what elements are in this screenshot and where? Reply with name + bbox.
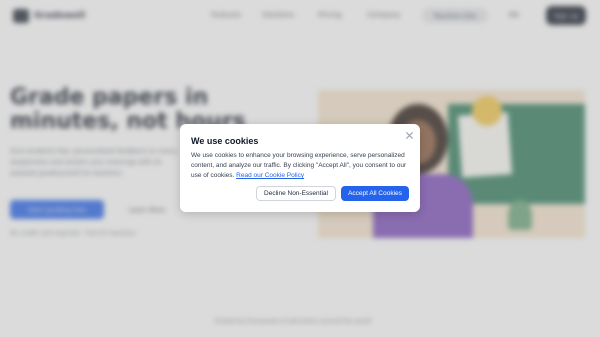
cookie-policy-link[interactable]: Read our Cookie Policy (236, 172, 304, 179)
cookie-consent-dialog: We use cookies We use cookies to enhance… (180, 124, 420, 212)
close-icon[interactable] (403, 129, 415, 141)
cookie-dialog-body: We use cookies to enhance your browsing … (191, 151, 413, 182)
accept-all-cookies-button[interactable]: Accept All Cookies (341, 186, 409, 201)
decline-non-essential-button[interactable]: Decline Non-Essential (256, 186, 336, 201)
cookie-dialog-title: We use cookies (191, 136, 259, 146)
